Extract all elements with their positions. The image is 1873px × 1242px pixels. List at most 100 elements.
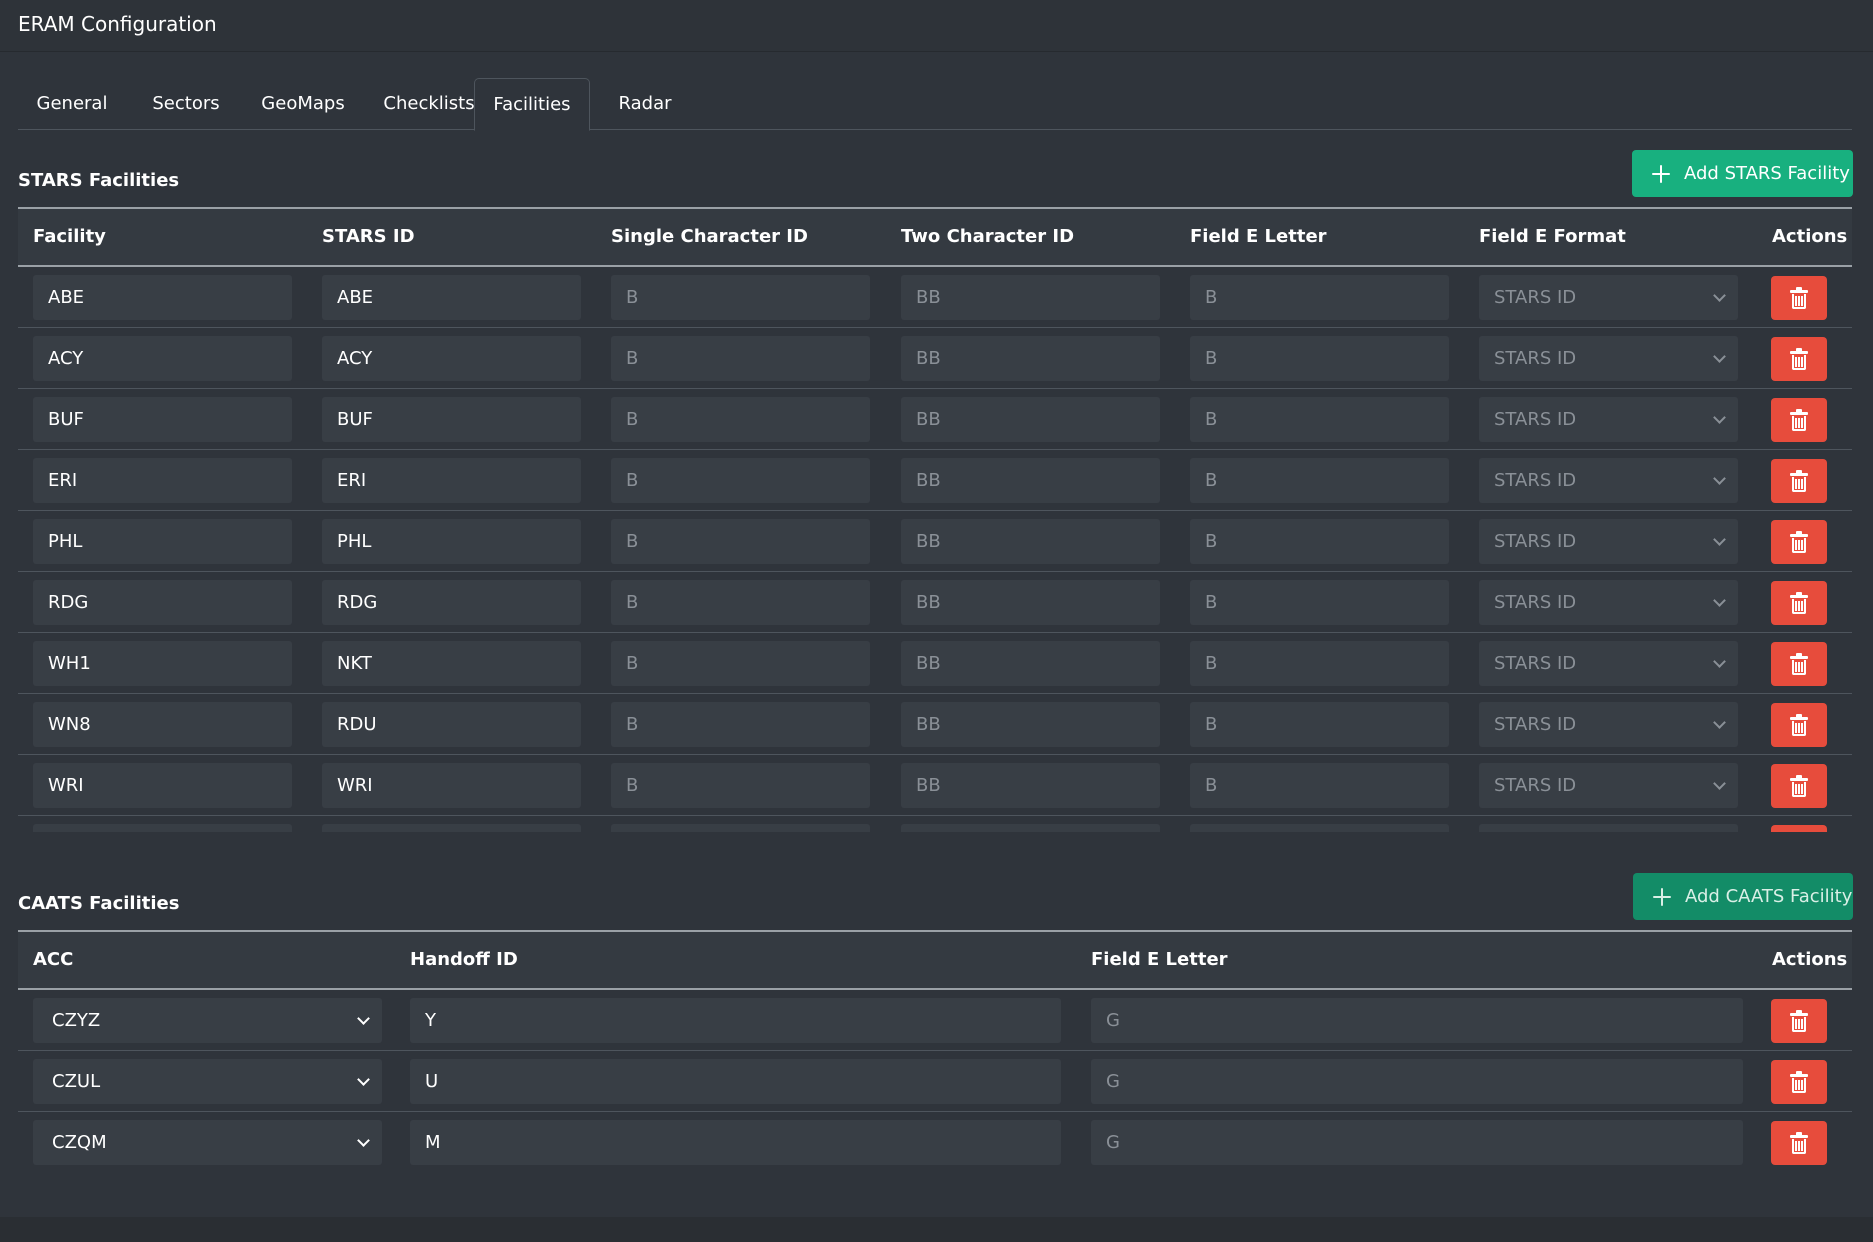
stars-id-input[interactable]: ERI (322, 458, 581, 503)
stars-table-row (18, 816, 1852, 832)
two-character-id-input[interactable]: BB (901, 519, 1160, 564)
field-e-format-select[interactable]: STARS ID (1479, 580, 1738, 625)
column-header: STARS ID (322, 226, 415, 247)
two-character-id-input[interactable]: BB (901, 580, 1160, 625)
tab-sectors[interactable]: Sectors (138, 78, 234, 130)
two-character-id-input[interactable]: BB (901, 641, 1160, 686)
field-e-format-select[interactable]: STARS ID (1479, 336, 1738, 381)
stars-id-input[interactable]: ABE (322, 275, 581, 320)
field-e-letter-input[interactable]: B (1190, 702, 1449, 747)
trash-icon (1790, 1010, 1808, 1032)
stars-id-input[interactable]: ACY (322, 336, 581, 381)
field-e-format-select[interactable]: STARS ID (1479, 702, 1738, 747)
field-e-letter-input[interactable]: B (1190, 336, 1449, 381)
two-character-id-input[interactable]: BB (901, 458, 1160, 503)
tab-bar: General Sectors GeoMaps Checklists Facil… (18, 78, 1852, 131)
stars-section-title: STARS Facilities (18, 170, 180, 191)
facility-input[interactable]: RDG (33, 580, 292, 625)
stars-delete-button[interactable] (1771, 703, 1827, 747)
stars-id-input[interactable]: NKT (322, 641, 581, 686)
column-header: Field E Format (1479, 226, 1626, 247)
single-character-id-input[interactable]: B (611, 275, 870, 320)
tab-geomaps[interactable]: GeoMaps (245, 78, 361, 130)
field-e-format-value: STARS ID (1494, 531, 1577, 552)
single-character-id-input[interactable]: B (611, 641, 870, 686)
field-e-format-select[interactable]: STARS ID (1479, 458, 1738, 503)
stars-id-input[interactable]: RDG (322, 580, 581, 625)
field-e-letter-input[interactable]: G (1091, 998, 1743, 1043)
stars-delete-button[interactable] (1771, 520, 1827, 564)
caats-delete-button[interactable] (1771, 999, 1827, 1043)
field-e-letter-input[interactable]: B (1190, 397, 1449, 442)
acc-select[interactable]: CZUL (33, 1059, 382, 1104)
stars-id-input[interactable]: BUF (322, 397, 581, 442)
two-character-id-input[interactable]: BB (901, 397, 1160, 442)
field-e-letter-input[interactable]: B (1190, 519, 1449, 564)
single-character-id-input[interactable]: B (611, 336, 870, 381)
two-character-id-input[interactable]: BB (901, 763, 1160, 808)
stars-delete-button[interactable] (1771, 764, 1827, 808)
column-header: Field E Letter (1190, 226, 1327, 247)
field-e-format-select[interactable]: STARS ID (1479, 519, 1738, 564)
single-character-id-input[interactable]: B (611, 519, 870, 564)
stars-delete-button[interactable] (1771, 337, 1827, 381)
plus-icon (1651, 873, 1673, 920)
handoff-id-input[interactable]: M (410, 1120, 1061, 1165)
field-e-letter-input[interactable]: B (1190, 641, 1449, 686)
single-character-id-input[interactable]: B (611, 397, 870, 442)
single-character-id-input[interactable]: B (611, 702, 870, 747)
caats-table-header: ACC Handoff ID Field E Letter Actions (18, 930, 1852, 990)
trash-icon (1790, 775, 1808, 797)
bottom-strip (0, 1217, 1873, 1242)
add-caats-facility-button[interactable]: Add CAATS Facility (1633, 873, 1853, 920)
tab-facilities[interactable]: Facilities (474, 78, 590, 131)
stars-id-input[interactable]: PHL (322, 519, 581, 564)
tab-radar[interactable]: Radar (600, 78, 690, 130)
facility-input[interactable]: PHL (33, 519, 292, 564)
two-character-id-input[interactable]: BB (901, 336, 1160, 381)
stars-delete-button[interactable] (1771, 581, 1827, 625)
two-character-id-input[interactable]: BB (901, 702, 1160, 747)
field-e-letter-input[interactable]: B (1190, 458, 1449, 503)
tab-checklists[interactable]: Checklists (368, 78, 490, 130)
clipped-delete-button (1771, 825, 1827, 832)
facility-input[interactable]: WRI (33, 763, 292, 808)
facility-input[interactable]: ABE (33, 275, 292, 320)
caats-delete-button[interactable] (1771, 1060, 1827, 1104)
field-e-format-select[interactable]: STARS ID (1479, 275, 1738, 320)
trash-icon (1790, 287, 1808, 309)
stars-delete-button[interactable] (1771, 642, 1827, 686)
field-e-letter-input[interactable]: G (1091, 1120, 1743, 1165)
field-e-letter-input[interactable]: G (1091, 1059, 1743, 1104)
facility-input[interactable]: WN8 (33, 702, 292, 747)
caats-table-row: CZUL U G (18, 1051, 1852, 1112)
single-character-id-input[interactable]: B (611, 580, 870, 625)
acc-select[interactable]: CZQM (33, 1120, 382, 1165)
acc-select[interactable]: CZYZ (33, 998, 382, 1043)
facility-input[interactable]: ACY (33, 336, 292, 381)
facility-input[interactable]: ERI (33, 458, 292, 503)
add-stars-facility-button[interactable]: Add STARS Facility (1632, 150, 1853, 197)
single-character-id-input[interactable]: B (611, 458, 870, 503)
facility-input[interactable]: BUF (33, 397, 292, 442)
trash-icon (1790, 409, 1808, 431)
caats-delete-button[interactable] (1771, 1121, 1827, 1165)
facility-input[interactable]: WH1 (33, 641, 292, 686)
field-e-format-select[interactable]: STARS ID (1479, 641, 1738, 686)
field-e-format-select[interactable]: STARS ID (1479, 763, 1738, 808)
field-e-letter-input[interactable]: B (1190, 580, 1449, 625)
handoff-id-input[interactable]: U (410, 1059, 1061, 1104)
stars-delete-button[interactable] (1771, 276, 1827, 320)
stars-delete-button[interactable] (1771, 459, 1827, 503)
field-e-format-select[interactable]: STARS ID (1479, 397, 1738, 442)
stars-table-row: ACY ACY B BB B STARS ID (18, 328, 1852, 389)
stars-delete-button[interactable] (1771, 398, 1827, 442)
handoff-id-input[interactable]: Y (410, 998, 1061, 1043)
field-e-letter-input[interactable]: B (1190, 763, 1449, 808)
stars-id-input[interactable]: WRI (322, 763, 581, 808)
two-character-id-input[interactable]: BB (901, 275, 1160, 320)
field-e-letter-input[interactable]: B (1190, 275, 1449, 320)
single-character-id-input[interactable]: B (611, 763, 870, 808)
tab-general[interactable]: General (20, 78, 124, 130)
stars-id-input[interactable]: RDU (322, 702, 581, 747)
